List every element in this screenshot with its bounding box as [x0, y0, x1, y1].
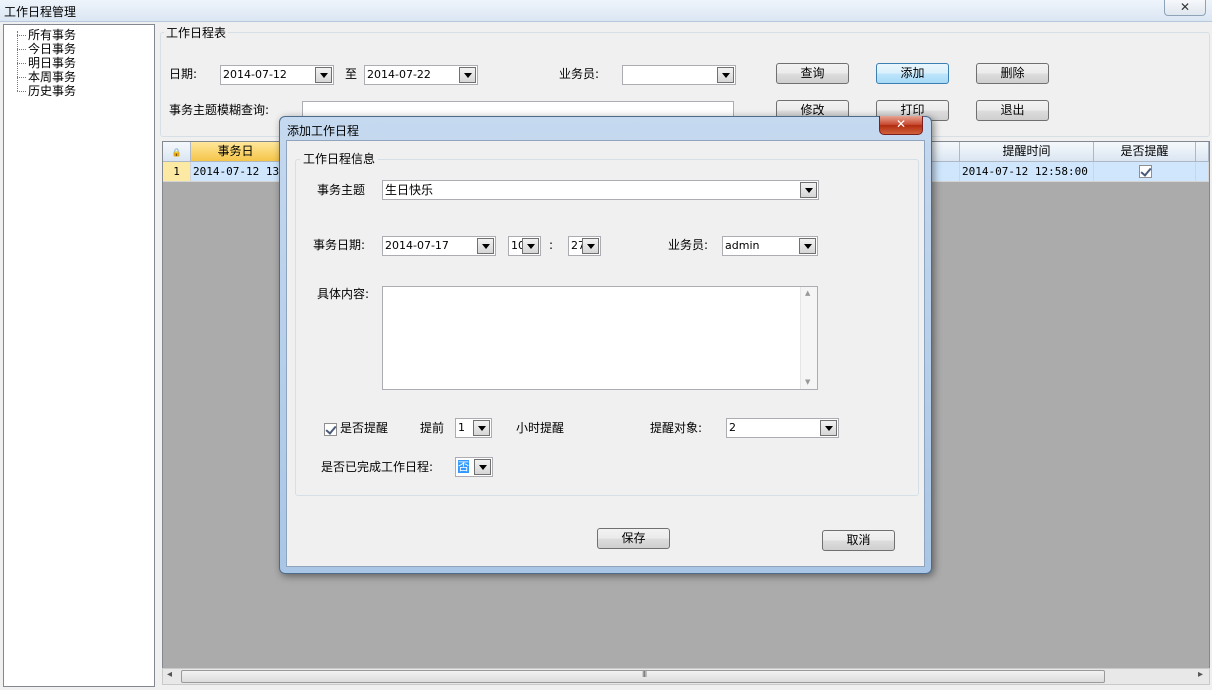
table-row-is-remind[interactable] — [1094, 162, 1196, 182]
grid-header-filler — [1196, 142, 1209, 162]
tree-item-all[interactable]: 所有事务 — [12, 28, 76, 42]
grid-corner: 🔒 — [163, 142, 191, 162]
dialog-salesperson-value: admin — [725, 239, 760, 252]
date-from-value: 2014-07-12 — [223, 68, 287, 81]
subject-query-label: 事务主题模糊查询: — [169, 103, 270, 117]
hour-select[interactable]: 10 — [508, 236, 541, 256]
subject-value: 生日快乐 — [385, 183, 434, 197]
table-row-filler — [1196, 162, 1209, 182]
advance-label: 提前 — [420, 421, 445, 435]
grid-horizontal-scrollbar[interactable]: ◂ ▸ — [162, 668, 1210, 685]
schedule-group-title: 工作日程表 — [164, 24, 229, 41]
close-icon: ✕ — [895, 117, 907, 131]
chevron-down-icon[interactable] — [717, 67, 734, 83]
window-close-button[interactable]: ✕ — [1164, 0, 1206, 16]
delete-button[interactable]: 删除 — [976, 63, 1049, 84]
tree-item-tomorrow[interactable]: 明日事务 — [12, 56, 76, 70]
completed-value: 否 — [458, 460, 469, 473]
date-to-picker[interactable]: 2014-07-22 — [364, 65, 478, 85]
category-tree: 所有事务 今日事务 明日事务 本周事务 历史事务 — [3, 24, 155, 687]
time-colon: : — [549, 238, 554, 252]
chevron-down-icon[interactable] — [522, 238, 539, 254]
schedule-date-picker[interactable]: 2014-07-17 — [382, 236, 496, 256]
dialog-close-button[interactable]: ✕ — [879, 116, 923, 135]
salesperson-label: 业务员: — [559, 67, 600, 81]
tree-item-this-week[interactable]: 本周事务 — [12, 70, 76, 84]
date-label: 日期: — [169, 67, 198, 81]
chevron-down-icon[interactable] — [582, 238, 599, 254]
subject-select[interactable]: 生日快乐 — [382, 180, 819, 200]
tree-item-today[interactable]: 今日事务 — [12, 42, 76, 56]
grid-header-remind-time[interactable]: 提醒时间 — [960, 142, 1094, 162]
schedule-date-label: 事务日期: — [313, 238, 366, 252]
completed-label: 是否已完成工作日程: — [321, 460, 434, 474]
content-label: 具体内容: — [317, 287, 370, 301]
grid-header-hidden[interactable] — [930, 142, 960, 162]
to-label: 至 — [345, 67, 358, 81]
dialog-title: 添加工作日程 — [287, 124, 360, 138]
scroll-left-icon[interactable]: ◂ — [167, 669, 172, 680]
hours-remind-label: 小时提醒 — [516, 421, 565, 435]
lock-icon: 🔒 — [171, 148, 182, 157]
schedule-info-title: 工作日程信息 — [300, 150, 379, 167]
advance-hours-select[interactable]: 1 — [455, 418, 492, 438]
scrollbar-thumb[interactable] — [181, 670, 1105, 683]
add-button[interactable]: 添加 — [876, 63, 949, 84]
remind-target-label: 提醒对象: — [650, 421, 703, 435]
grid-header-date[interactable]: 事务日 — [191, 142, 281, 162]
remind-enable-checkbox[interactable] — [324, 423, 337, 436]
window-title: 工作日程管理 — [4, 5, 77, 19]
chevron-down-icon[interactable] — [459, 67, 476, 83]
subject-label: 事务主题 — [317, 183, 366, 197]
remind-target-select[interactable]: 2 — [726, 418, 839, 438]
salesperson-select[interactable] — [622, 65, 736, 85]
content-scrollbar[interactable] — [800, 287, 817, 389]
query-button[interactable]: 查询 — [776, 63, 849, 84]
remind-target-value: 2 — [729, 421, 736, 434]
row-number[interactable]: 1 — [163, 162, 191, 182]
content-textarea[interactable] — [382, 286, 818, 390]
cancel-button[interactable]: 取消 — [822, 530, 895, 551]
chevron-down-icon[interactable] — [477, 238, 494, 254]
date-from-picker[interactable]: 2014-07-12 — [220, 65, 334, 85]
remind-checkbox[interactable] — [1139, 165, 1152, 178]
table-row-remind-time[interactable]: 2014-07-12 12:58:00 — [960, 162, 1094, 182]
schedule-date-value: 2014-07-17 — [385, 239, 449, 252]
chevron-down-icon[interactable] — [800, 182, 817, 198]
window-title-bar: 工作日程管理 ✕ — [0, 0, 1212, 22]
scroll-right-icon[interactable]: ▸ — [1198, 669, 1203, 680]
chevron-down-icon[interactable] — [474, 459, 491, 475]
dialog-salesperson-label: 业务员: — [668, 238, 709, 252]
chevron-down-icon[interactable] — [820, 420, 837, 436]
close-icon: ✕ — [1179, 0, 1191, 14]
chevron-down-icon[interactable] — [799, 238, 816, 254]
advance-hours-value: 1 — [458, 421, 465, 434]
save-button[interactable]: 保存 — [597, 528, 670, 549]
completed-select[interactable]: 否 — [455, 457, 493, 477]
grid-header-is-remind[interactable]: 是否提醒 — [1094, 142, 1196, 162]
tree-item-history[interactable]: 历史事务 — [12, 84, 76, 98]
date-to-value: 2014-07-22 — [367, 68, 431, 81]
chevron-down-icon[interactable] — [315, 67, 332, 83]
table-row-hidden[interactable] — [930, 162, 960, 182]
minute-select[interactable]: 27 — [568, 236, 601, 256]
remind-enable-label[interactable]: 是否提醒 — [340, 421, 388, 435]
exit-button[interactable]: 退出 — [976, 100, 1049, 121]
table-row-date[interactable]: 2014-07-12 13:5 — [191, 162, 281, 182]
chevron-down-icon[interactable] — [473, 420, 490, 436]
dialog-salesperson-select[interactable]: admin — [722, 236, 818, 256]
